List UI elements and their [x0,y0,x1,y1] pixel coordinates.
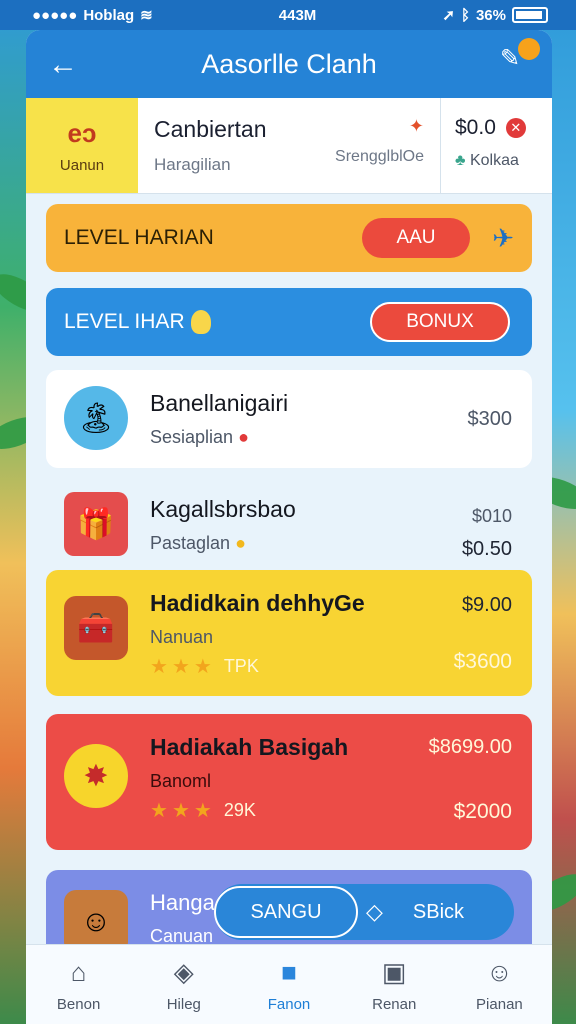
nav-item-profile[interactable]: ☺ Pianan [447,945,552,1024]
gift-icon: ♣ [455,152,466,169]
heart-icon: ● [238,427,249,447]
item-price-secondary: $3600 [453,650,512,673]
action-bar: SANGU ◇ SBick [214,884,514,940]
status-bar: ●●●●● Hoblag ≋ 443M ➚ ᛒ 36% [0,0,576,30]
nav-item-home[interactable]: ⌂ Benon [26,945,131,1024]
nav-label: Fanon [267,995,311,1013]
island-icon: 🏝 [64,386,128,450]
bulb-icon [190,310,211,334]
profile-icon-label: Uanun [59,156,105,174]
item-price: $010 [471,506,512,526]
list-item[interactable]: ✸ Hadiakah Basigah Banoml ★ ★ ★ 29K $869… [46,714,532,850]
close-icon[interactable]: ✕ [505,118,526,138]
balance-panel: $0.0 ✕ ♣ Kolkaa [440,98,552,193]
profile-stat: SrengglblOe [335,148,424,165]
profile-icon-box[interactable]: eɔ Uanun [26,98,138,193]
rocket-icon: ✦ [408,116,424,136]
folder-icon: ■ [281,956,297,987]
share-icon[interactable]: ◇ [366,899,383,925]
item-price: $300 [467,408,513,430]
app-window: ← Aasorlle Clanh ✎ eɔ Uanun Canbiertan H… [26,30,552,1024]
profile-name: Canbiertan [154,116,267,142]
item-price: $8699.00 [428,736,512,758]
tool-icon[interactable]: ✈ [492,223,514,254]
profile-glyph: eɔ [67,117,97,148]
balance-sub-label: Kolkaa [469,152,519,169]
fire-badge-icon: ✸ [64,744,128,808]
treasure-chest-icon: 🧰 [64,596,128,660]
list-item[interactable]: 🧰 Hadidkain dehhyGe Nanuan ★ ★ ★ TPK $9.… [46,570,532,696]
profile-info: Canbiertan Haragilian ✦ SrengglblOe [138,98,440,193]
item-subtitle: Pastaglan [150,533,231,553]
list-item[interactable]: 🏝 Banellanigairi Sesiaplian ● $300 [46,370,532,468]
star-icon: ★ [150,800,168,822]
star-icon: ★ [171,656,190,678]
level-label: LEVEL HARIAN [64,226,214,249]
sbick-button[interactable]: SBick [413,901,464,924]
home-icon: ⌂ [70,956,87,987]
level-bar-daily[interactable]: LEVEL HARIAN AAU ✈ [46,204,532,272]
balance-value: $0.0 [455,116,496,139]
profile-card: eɔ Uanun Canbiertan Haragilian ✦ Srenggl… [26,98,552,194]
level-action-button[interactable]: AAU [362,218,470,258]
nav-label: Benon [56,995,101,1013]
star-icon: ★ [193,800,212,822]
signal-icon: ●●●●● [32,6,78,24]
nav-label: Pianan [476,995,523,1013]
item-title: Kagallsbrsbao [150,496,296,522]
item-subtitle: Banoml [150,771,212,791]
gift-box-icon: 🎁 [64,492,128,556]
sangu-button[interactable]: SANGU [214,886,358,938]
item-subtitle: Sesiaplian [150,427,234,447]
item-title: Banellanigairi [150,390,289,416]
list-item[interactable]: 🎁 Kagallsbrsbao Pastaglan ● $010 $0.50 [46,476,532,576]
battery-percent: 36% [475,6,506,24]
bluetooth-icon: ᛒ [460,6,470,24]
card-icon: ▣ [381,956,407,987]
nav-item-folder[interactable]: ■ Fanon [236,945,341,1024]
nav-item-card[interactable]: ▣ Renan [342,945,447,1024]
nav-label: Hileg [166,995,201,1013]
level-label: LEVEL IHAR [64,310,185,333]
nav-item-bag[interactable]: ◈ Hileg [131,945,236,1024]
nav-label: Renan [372,995,417,1013]
edit-button[interactable]: ✎ [500,38,540,78]
location-icon: ➚ [442,7,455,24]
notification-badge [518,38,540,60]
back-arrow-icon[interactable]: ← [48,48,78,82]
bottom-nav: ⌂ Benon ◈ Hileg ■ Fanon ▣ Renan ☺ Pianan [26,944,552,1024]
user-icon: ☺ [486,956,513,987]
star-icon: ★ [171,800,190,822]
item-price-secondary: $2000 [453,800,512,823]
app-header: ← Aasorlle Clanh ✎ [26,30,552,98]
page-title: Aasorlle Clanh [201,48,377,79]
star-icon: ★ [193,656,212,678]
clock: 443M [278,6,317,24]
item-subtitle: Nanuan [150,627,214,647]
smile-icon: ● [235,533,246,553]
item-price-secondary: $0.50 [461,538,512,560]
item-title: Hadidkain dehhyGe [150,590,365,616]
item-price: $9.00 [461,594,512,616]
star-icon: ★ [150,656,168,678]
bonus-button[interactable]: BONUX [370,302,510,342]
level-bar-bonus[interactable]: LEVEL IHAR BONUX [46,288,532,356]
rating-text: 29K [223,800,256,820]
battery-icon [511,7,548,23]
wifi-icon: ≋ [140,7,153,24]
bag-icon: ◈ [173,956,194,987]
carrier-name: Hoblag [83,6,135,24]
rating-text: TPK [223,656,259,676]
